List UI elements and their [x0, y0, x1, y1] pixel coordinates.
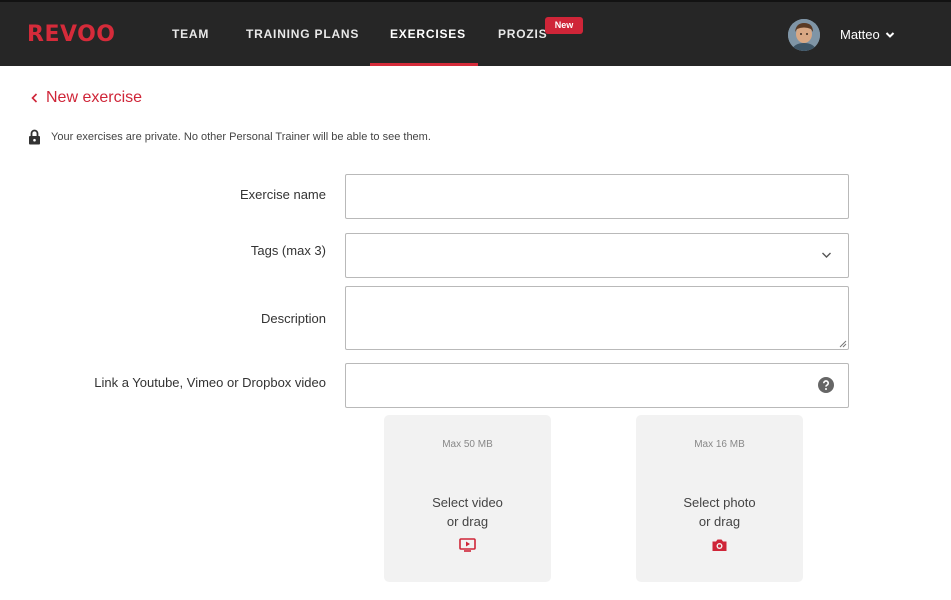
- chevron-left-icon: [31, 93, 38, 103]
- photo-max-size: Max 16 MB: [694, 439, 745, 450]
- revoo-logo[interactable]: REVOO: [27, 23, 116, 47]
- nav-item-prozis[interactable]: PROZIS: [498, 26, 547, 42]
- video-max-size: Max 50 MB: [442, 439, 493, 450]
- exercise-name-label: Exercise name: [240, 187, 326, 202]
- user-avatar[interactable]: [788, 19, 820, 51]
- exercise-name-field[interactable]: [345, 174, 849, 219]
- description-textarea[interactable]: [346, 287, 848, 349]
- top-navbar: REVOO TEAM TRAINING PLANS EXERCISES PROZ…: [0, 0, 951, 66]
- lock-icon: [29, 129, 40, 145]
- video-upload-dropzone[interactable]: Max 50 MB Select video or drag: [384, 415, 551, 582]
- avatar-image: [788, 19, 820, 51]
- user-name: Matteo: [840, 27, 880, 42]
- tags-select[interactable]: [345, 233, 849, 278]
- photo-upload-text: Select photo or drag: [636, 493, 803, 531]
- photo-upload-line2: or drag: [698, 514, 741, 529]
- chevron-down-icon: [885, 32, 894, 38]
- help-icon[interactable]: [818, 377, 834, 393]
- video-upload-text: Select video or drag: [384, 493, 551, 531]
- privacy-note: Your exercises are private. No other Per…: [28, 129, 431, 145]
- description-label: Description: [260, 311, 326, 326]
- user-menu[interactable]: Matteo: [840, 26, 895, 44]
- photo-upload-dropzone[interactable]: Max 16 MB Select photo or drag: [636, 415, 803, 582]
- exercise-name-input[interactable]: [346, 175, 848, 218]
- video-link-input[interactable]: [346, 364, 848, 407]
- nav-item-team[interactable]: TEAM: [172, 26, 209, 42]
- back-link[interactable]: New exercise: [30, 88, 142, 108]
- video-link-label: Link a Youtube, Vimeo or Dropbox video: [94, 375, 326, 390]
- description-field[interactable]: [345, 286, 849, 350]
- chevron-down-icon: [822, 252, 831, 258]
- nav-item-training-plans[interactable]: TRAINING PLANS: [246, 26, 359, 42]
- photo-upload-line1: Select photo: [683, 495, 756, 510]
- privacy-text: Your exercises are private. No other Per…: [51, 131, 431, 143]
- active-tab-indicator: [370, 63, 478, 66]
- camera-icon: [712, 539, 727, 551]
- page-title: New exercise: [46, 89, 143, 106]
- video-upload-line1: Select video: [432, 495, 503, 510]
- new-badge: New: [545, 17, 583, 34]
- video-link-field[interactable]: [345, 363, 849, 408]
- resize-grip-icon[interactable]: [838, 339, 847, 348]
- video-play-icon: [459, 538, 476, 552]
- nav-item-exercises[interactable]: EXERCISES: [390, 26, 466, 42]
- tags-label: Tags (max 3): [250, 243, 326, 258]
- video-upload-line2: or drag: [446, 514, 489, 529]
